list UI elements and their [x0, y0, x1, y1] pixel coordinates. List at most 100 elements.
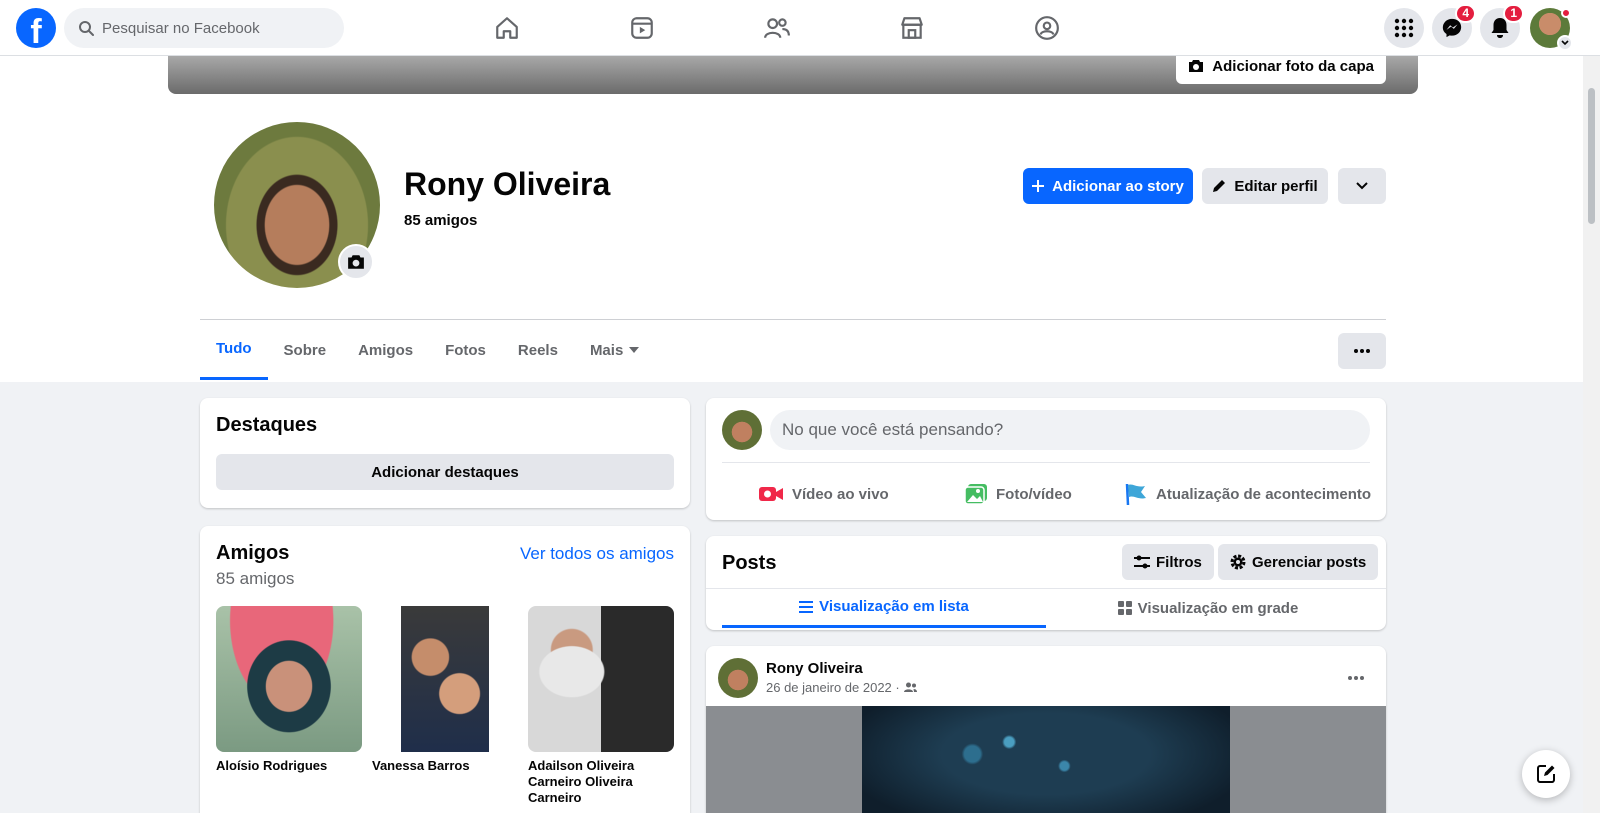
- compose-icon: [1537, 765, 1555, 783]
- post-author-name[interactable]: Rony Oliveira: [766, 660, 863, 677]
- manage-posts-label: Gerenciar posts: [1252, 553, 1367, 571]
- tab-reels[interactable]: Reels: [502, 320, 574, 380]
- posts-title: Posts: [722, 552, 777, 574]
- photo-video-label: Foto/vídeo: [996, 485, 1072, 503]
- friends-card-count: 85 amigos: [216, 569, 295, 588]
- friends-title: Amigos: [216, 542, 290, 564]
- post-date[interactable]: 26 de janeiro de 2022 ·: [766, 680, 917, 695]
- photo-video-button[interactable]: Foto/vídeo: [964, 474, 1072, 514]
- friend-photo[interactable]: [528, 606, 674, 752]
- search-box[interactable]: [64, 8, 344, 48]
- life-event-button[interactable]: Atualização de acontecimento: [1124, 474, 1371, 514]
- filters-label: Filtros: [1156, 553, 1202, 571]
- cover-photo: Adicionar foto da capa: [168, 48, 1418, 94]
- nav-marketplace[interactable]: [856, 8, 968, 48]
- profile-name: Rony Oliveira: [404, 166, 611, 202]
- nav-groups[interactable]: [991, 8, 1103, 48]
- see-all-friends-link[interactable]: Ver todos os amigos: [520, 544, 674, 564]
- profile-more-button[interactable]: [1338, 168, 1386, 204]
- post-composer: No que você está pensando? Vídeo ao vivo…: [706, 398, 1386, 520]
- post-options-button[interactable]: [1338, 660, 1374, 696]
- edit-profile-label: Editar perfil: [1234, 177, 1318, 195]
- video-icon: [631, 17, 653, 39]
- friend-name[interactable]: Adailson Oliveira Carneiro Oliveira Carn…: [528, 758, 674, 806]
- tabs-more-options-button[interactable]: [1338, 333, 1386, 369]
- grid-view-label: Visualização em grade: [1137, 599, 1299, 617]
- profile-header: Adicionar foto da capa Rony Oliveira 85 …: [0, 48, 1583, 382]
- caret-down-icon: [629, 347, 640, 353]
- plus-icon: [1032, 180, 1045, 192]
- add-to-story-label: Adicionar ao story: [1052, 177, 1184, 195]
- composer-avatar[interactable]: [722, 410, 762, 450]
- filters-button[interactable]: Filtros: [1122, 544, 1214, 580]
- tab-all[interactable]: Tudo: [200, 320, 268, 380]
- highlights-title: Destaques: [216, 414, 318, 436]
- list-view-label: Visualização em lista: [819, 598, 969, 615]
- notifications-button[interactable]: 1: [1480, 4, 1524, 48]
- edit-profile-button[interactable]: Editar perfil: [1202, 168, 1328, 204]
- manage-posts-button[interactable]: Gerenciar posts: [1218, 544, 1379, 580]
- live-video-button[interactable]: Vídeo ao vivo: [758, 474, 889, 514]
- friend-photo[interactable]: [372, 606, 518, 752]
- profile-friends-count[interactable]: 85 amigos: [404, 212, 477, 229]
- composer-divider: [722, 462, 1370, 463]
- tab-label: Fotos: [445, 341, 486, 359]
- grid-menu-icon: [1394, 18, 1414, 38]
- tab-more[interactable]: Mais: [574, 320, 655, 380]
- menu-button[interactable]: [1384, 8, 1424, 48]
- search-input[interactable]: [102, 19, 322, 37]
- tab-friends[interactable]: Amigos: [342, 320, 429, 380]
- friend-tile[interactable]: Adailson Oliveira Carneiro Oliveira Carn…: [528, 606, 674, 806]
- ellipsis-icon: [1348, 676, 1364, 680]
- friends-icon: [764, 18, 790, 38]
- scrollbar-thumb[interactable]: [1588, 88, 1595, 224]
- tab-photos[interactable]: Fotos: [429, 320, 502, 380]
- messenger-button[interactable]: 4: [1432, 4, 1476, 48]
- page-scrollbar[interactable]: [1583, 56, 1600, 813]
- account-avatar[interactable]: [1530, 8, 1573, 51]
- add-to-story-button[interactable]: Adicionar ao story: [1023, 168, 1193, 204]
- nav-video[interactable]: [586, 8, 698, 48]
- post-card: Rony Oliveira 26 de janeiro de 2022 ·: [706, 646, 1386, 813]
- gear-icon: [1230, 554, 1246, 570]
- friend-tile[interactable]: Aloísio Rodrigues: [216, 606, 362, 774]
- live-video-label: Vídeo ao vivo: [792, 485, 889, 503]
- photo-icon: [964, 483, 988, 505]
- friend-tile[interactable]: Vanessa Barros: [372, 606, 518, 774]
- tab-label: Mais: [589, 341, 624, 359]
- post-media[interactable]: [706, 706, 1386, 813]
- post-author-avatar[interactable]: [718, 658, 758, 698]
- flag-icon: [1124, 482, 1148, 506]
- nav-friends[interactable]: [721, 8, 833, 48]
- pencil-icon: [1212, 179, 1226, 193]
- new-message-button[interactable]: [1522, 750, 1570, 798]
- friend-name[interactable]: Vanessa Barros: [372, 758, 518, 774]
- search-icon: [76, 18, 96, 38]
- add-highlights-button[interactable]: Adicionar destaques: [216, 454, 674, 490]
- update-profile-picture-button[interactable]: [338, 244, 374, 280]
- tab-label: Tudo: [216, 340, 252, 357]
- groups-icon: [1035, 16, 1059, 40]
- friend-name[interactable]: Aloísio Rodrigues: [216, 758, 362, 774]
- facebook-logo[interactable]: f: [16, 8, 56, 48]
- home-icon: [496, 17, 518, 39]
- unread-dot: [1561, 8, 1571, 18]
- nav-home[interactable]: [451, 8, 563, 48]
- friends-card: Amigos Ver todos os amigos 85 amigos Alo…: [200, 526, 690, 813]
- tab-list-view[interactable]: Visualização em lista: [722, 588, 1046, 628]
- tab-label: Amigos: [358, 341, 414, 359]
- marketplace-icon: [901, 17, 923, 39]
- friend-photo[interactable]: [216, 606, 362, 752]
- tab-about[interactable]: Sobre: [268, 320, 343, 380]
- top-navigation-bar: f 4 1: [0, 0, 1600, 56]
- composer-input[interactable]: No que você está pensando?: [770, 410, 1370, 450]
- add-cover-photo-label: Adicionar foto da capa: [1212, 57, 1374, 75]
- profile-tabs: Tudo Sobre Amigos Fotos Reels Mais: [200, 320, 655, 380]
- messenger-badge: 4: [1455, 4, 1476, 23]
- live-video-icon: [758, 484, 784, 504]
- tab-grid-view[interactable]: Visualização em grade: [1046, 588, 1370, 628]
- post-image[interactable]: [862, 706, 1230, 813]
- list-icon: [799, 600, 814, 613]
- camera-icon: [1188, 59, 1204, 73]
- ellipsis-icon: [1354, 349, 1370, 353]
